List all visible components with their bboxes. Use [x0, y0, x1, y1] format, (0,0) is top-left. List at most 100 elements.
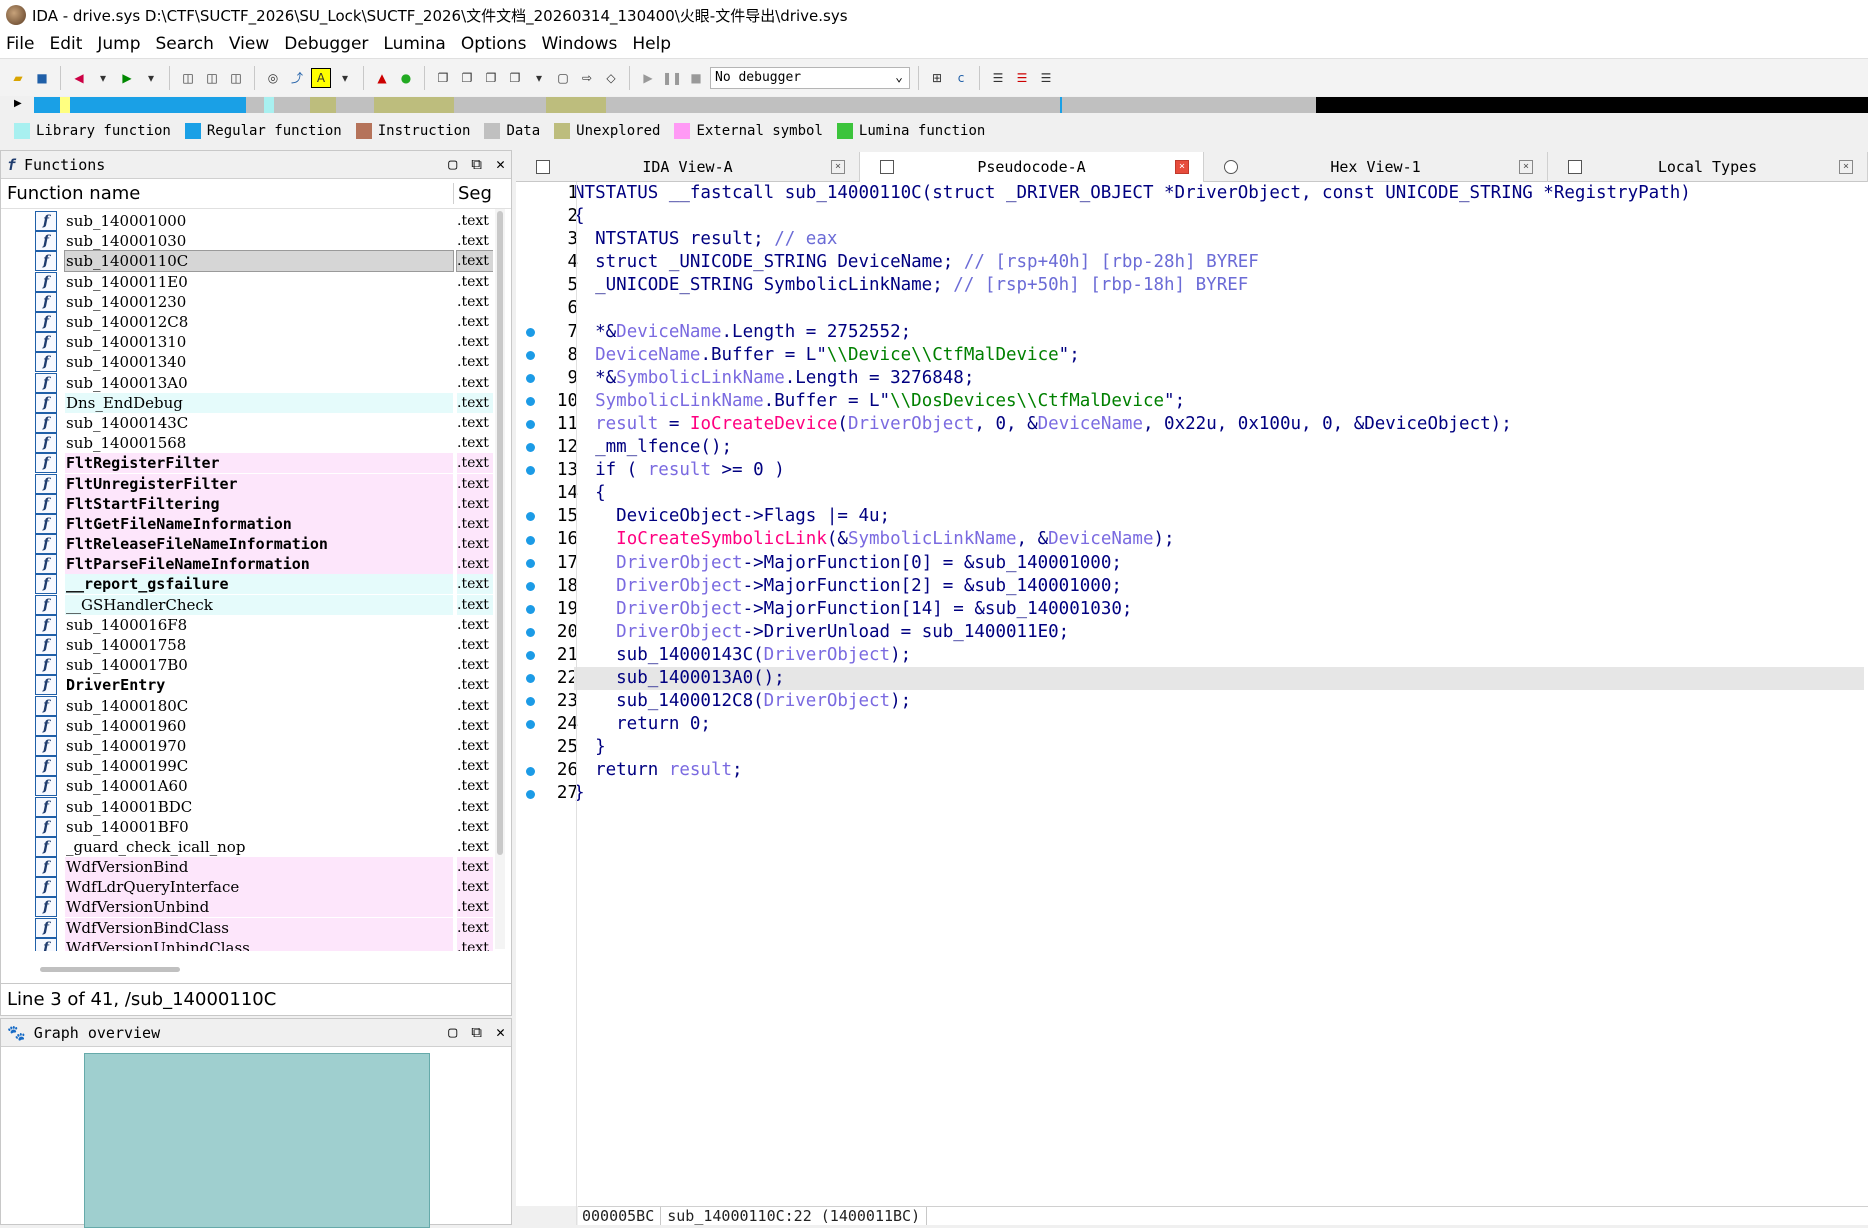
menu-search[interactable]: Search [156, 34, 214, 54]
breakpoint-dot-icon[interactable] [526, 373, 535, 383]
menu-options[interactable]: Options [461, 34, 527, 54]
function-row[interactable]: f sub_1400011E0 .text [1, 271, 493, 292]
pseudocode-text[interactable]: NTSTATUS __fastcall sub_14000110C(struct… [574, 182, 1864, 806]
code-line[interactable]: NTSTATUS __fastcall sub_14000110C(struct… [574, 182, 1864, 205]
segment-icon[interactable]: ▢ [553, 68, 573, 88]
function-row[interactable]: f sub_14000110C .text [1, 250, 493, 273]
enum-icon[interactable]: ◇ [601, 68, 621, 88]
close-icon[interactable]: × [1839, 160, 1853, 174]
menu-lumina[interactable]: Lumina [383, 34, 445, 54]
copy-icon[interactable]: ❐ [433, 68, 453, 88]
tile-icon[interactable]: ⊞ [927, 68, 947, 88]
graph-overview-canvas[interactable] [84, 1053, 430, 1228]
code-line[interactable]: SymbolicLinkName.Buffer = L"\\DosDevices… [574, 390, 1864, 413]
breakpoint-dot-icon[interactable] [526, 512, 535, 522]
menu-windows[interactable]: Windows [541, 34, 617, 54]
run-icon[interactable]: ▶ [638, 68, 658, 88]
function-row[interactable]: f WdfVersionUnbindClass .text [1, 937, 493, 951]
stop-icon[interactable]: ■ [686, 68, 706, 88]
tab-ida-view-a[interactable]: IDA View-A × [516, 152, 860, 182]
function-row[interactable]: f sub_1400013A0 .text [1, 372, 493, 393]
close-icon[interactable]: × [1175, 160, 1189, 174]
function-row[interactable]: f sub_14000143C .text [1, 412, 493, 433]
code-line[interactable]: sub_14000143C(DriverObject); [574, 644, 1864, 667]
debugger-select[interactable]: No debugger ⌄ [710, 66, 910, 89]
graph-view-icon[interactable]: ◫ [178, 68, 198, 88]
tab-pseudocode-a[interactable]: Pseudocode-A × [860, 152, 1204, 182]
function-row[interactable]: f sub_140001310 .text [1, 332, 493, 353]
close-icon[interactable]: ✕ [496, 1023, 505, 1041]
dropdown-icon[interactable]: ▾ [335, 68, 355, 88]
navigation-band[interactable]: ▶ [0, 96, 1868, 114]
close-icon[interactable]: × [1519, 160, 1533, 174]
lumina-icon[interactable]: ● [396, 68, 416, 88]
function-row[interactable]: f FltStartFiltering .text [1, 493, 493, 514]
code-line[interactable]: { [574, 205, 1864, 228]
decompile-icon[interactable]: c [951, 68, 971, 88]
code-line[interactable]: DriverObject->MajorFunction[14] = &sub_1… [574, 598, 1864, 621]
breakpoint-dot-icon[interactable] [526, 766, 535, 776]
function-row[interactable]: f FltGetFileNameInformation .text [1, 513, 493, 534]
code-line[interactable]: DriverObject->MajorFunction[2] = &sub_14… [574, 575, 1864, 598]
function-row[interactable]: f WdfVersionBindClass .text [1, 917, 493, 938]
dropdown-icon[interactable]: ▾ [141, 68, 161, 88]
column-function-name[interactable]: Function name [1, 183, 445, 204]
breakpoint-dot-icon[interactable] [526, 396, 535, 406]
code-line[interactable]: sub_1400012C8(DriverObject); [574, 690, 1864, 713]
float-icon[interactable]: ⧉ [471, 155, 482, 173]
pause-icon[interactable]: ❚❚ [662, 68, 682, 88]
dropdown-icon[interactable]: ▾ [93, 68, 113, 88]
bookmark-icon[interactable]: ☰ [1012, 68, 1032, 88]
function-row[interactable]: f sub_1400012C8 .text [1, 312, 493, 333]
list-icon[interactable]: ☰ [988, 68, 1008, 88]
code-line[interactable]: _mm_lfence(); [574, 436, 1864, 459]
function-row[interactable]: f sub_140001960 .text [1, 715, 493, 736]
code-line[interactable]: } [574, 736, 1864, 759]
menu-debugger[interactable]: Debugger [284, 34, 368, 54]
code-line[interactable]: result = IoCreateDevice(DriverObject, 0,… [574, 413, 1864, 436]
close-icon[interactable]: × [831, 160, 845, 174]
float-icon[interactable]: ⧉ [471, 1023, 482, 1041]
code-line[interactable]: return 0; [574, 713, 1864, 736]
code-line[interactable]: { [574, 482, 1864, 505]
function-row[interactable]: f sub_140001000 .text [1, 211, 493, 232]
breakpoint-dot-icon[interactable] [526, 443, 535, 453]
function-row[interactable]: f WdfVersionUnbind .text [1, 897, 493, 918]
function-row[interactable]: f sub_140001568 .text [1, 433, 493, 454]
breakpoint-dot-icon[interactable] [526, 651, 535, 660]
breakpoint-list-icon[interactable]: ☰ [1036, 68, 1056, 88]
save-icon[interactable]: ■ [32, 68, 52, 88]
maximize-icon[interactable]: ▢ [448, 155, 457, 173]
code-line[interactable] [574, 297, 1864, 320]
breakpoint-dot-icon[interactable] [526, 535, 535, 545]
function-row[interactable]: f sub_140001030 .text [1, 231, 493, 252]
function-row[interactable]: f __GSHandlerCheck .text [1, 594, 493, 615]
function-row[interactable]: f FltUnregisterFilter .text [1, 473, 493, 494]
function-row[interactable]: f _guard_check_icall_nop .text [1, 836, 493, 857]
function-row[interactable]: f WdfLdrQueryInterface .text [1, 877, 493, 898]
menu-jump[interactable]: Jump [97, 34, 140, 54]
pseudocode-view[interactable]: 1 2 3 4 5 6 7 8 9 10 11 12 13 14 15 16 17 18 19 20 21 22 23 24 2… [516, 182, 1868, 1206]
code-line[interactable]: if ( result >= 0 ) [574, 459, 1864, 482]
text-search-icon[interactable]: A [311, 67, 331, 88]
breakpoint-dot-icon[interactable] [526, 327, 535, 337]
function-row[interactable]: f sub_140001230 .text [1, 291, 493, 312]
chevron-right-icon[interactable]: ▶ [14, 98, 22, 109]
code-line[interactable]: NTSTATUS result; // eax [574, 228, 1864, 251]
function-row[interactable]: f sub_140001A60 .text [1, 776, 493, 797]
struct-icon[interactable]: ⇨ [577, 68, 597, 88]
code-line[interactable]: DeviceName.Buffer = L"\\Device\\CtfMalDe… [574, 344, 1864, 367]
horizontal-scrollbar-thumb[interactable] [40, 967, 180, 972]
breakpoint-dot-icon[interactable] [526, 789, 535, 799]
breakpoint-dot-icon[interactable] [526, 420, 535, 429]
function-row[interactable]: f __report_gsfailure .text [1, 574, 493, 595]
code-line[interactable]: IoCreateSymbolicLink(&SymbolicLinkName, … [574, 528, 1864, 551]
close-icon[interactable]: ✕ [496, 155, 505, 173]
vertical-scrollbar-thumb[interactable] [497, 211, 503, 855]
back-icon[interactable]: ◀ [69, 68, 89, 88]
code-line[interactable]: } [574, 782, 1864, 805]
function-row[interactable]: f FltRegisterFilter .text [1, 453, 493, 474]
column-segment[interactable]: Seg [453, 183, 492, 204]
tab-local-types[interactable]: Local Types × [1548, 152, 1868, 182]
menu-view[interactable]: View [229, 34, 269, 54]
